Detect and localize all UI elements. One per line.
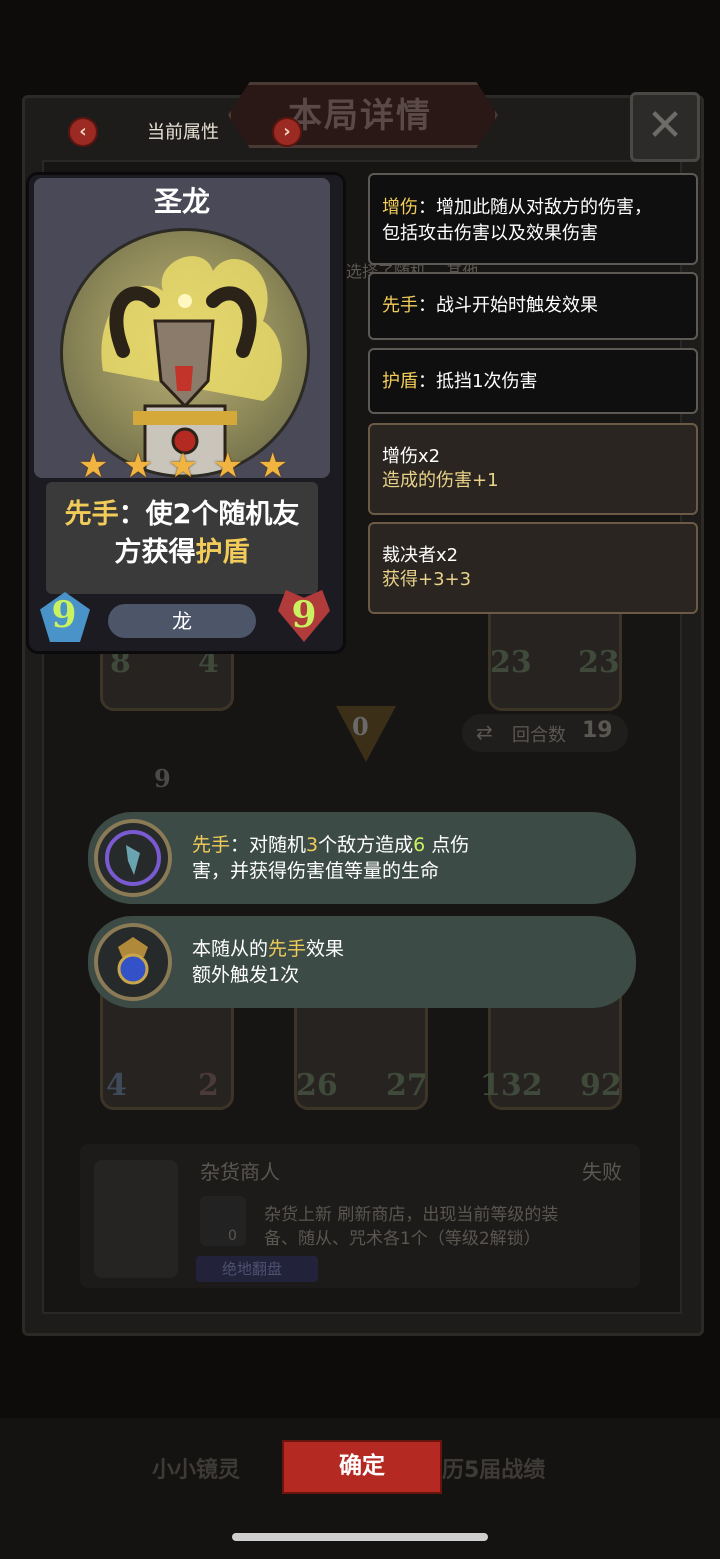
close-button[interactable]: ✕: [630, 92, 700, 162]
buff-sub: 造成的伤害+1: [382, 470, 499, 491]
prev-attr-button[interactable]: ‹: [68, 117, 98, 147]
tooltip-first-strike: 先手：战斗开始时触发效果: [368, 272, 698, 340]
shop-desc-line1: 杂货上新 刷新商店，出现当前等级的装: [264, 1205, 559, 1225]
tooltip-keyword: 护盾: [382, 371, 418, 392]
tooltip-keyword: 先手: [382, 295, 418, 316]
shop-tag: 绝地翻盘: [222, 1260, 283, 1278]
star-icon: ★: [212, 446, 244, 486]
round-label: 回合数: [512, 725, 566, 746]
effect-keyword: 先手: [268, 938, 307, 960]
board-card-attack: 23: [490, 645, 532, 680]
tooltip-keyword: 增伤: [382, 197, 418, 218]
board-card-attack: 4: [106, 1068, 127, 1103]
effect-number: 3: [306, 834, 319, 856]
shop-status: 失败: [582, 1160, 622, 1184]
arrow-value: 0: [352, 712, 369, 741]
shop-item-icon: [200, 1196, 246, 1246]
page-title: 本局详情: [288, 96, 432, 136]
star-icon: ★: [122, 446, 154, 486]
effect-part: 害，并获得伤害值等量的生命: [192, 860, 440, 882]
health-value: 9: [291, 594, 317, 636]
tooltip-damage-boost: 增伤：增加此随从对敌方的伤害， 包括攻击伤害以及效果伤害: [368, 173, 698, 265]
blue-gem-art: [117, 937, 149, 985]
star-rating: ★ ★ ★ ★ ★: [78, 448, 288, 484]
next-attr-button[interactable]: ›: [272, 117, 302, 147]
board-card-attack: 132: [480, 1068, 543, 1103]
purple-orb-art: [105, 830, 161, 886]
board-card-attack: 26: [296, 1068, 338, 1103]
buff-title: 增伤x2: [382, 446, 441, 467]
effect-part: 额外触发1次: [192, 964, 300, 986]
effect-text-1: 先手：对随机3个敌方造成6 点伤 害，并获得伤害值等量的生命: [192, 832, 469, 884]
ability-keyword: 先手: [64, 499, 119, 530]
attack-value: 9: [51, 594, 77, 636]
star-icon: ★: [257, 446, 288, 486]
star-icon: ★: [78, 446, 109, 486]
ability-text-a: ：使2个随机友: [118, 499, 300, 530]
home-indicator[interactable]: [232, 1533, 488, 1541]
shop-cost: 0: [228, 1228, 237, 1244]
footer-right-label: 历5届战绩: [442, 1458, 546, 1483]
attr-label: 当前属性: [147, 122, 219, 143]
tooltip-text: ：抵挡1次伤害: [418, 371, 538, 392]
shop-name: 杂货商人: [200, 1160, 280, 1184]
dragon-portrait-icon: [60, 228, 310, 478]
effect-part: 本随从的: [192, 938, 269, 960]
board-card-health: 23: [578, 645, 620, 680]
tooltip-text: ：战斗开始时触发效果: [418, 295, 598, 316]
board-card-health: 27: [386, 1068, 428, 1103]
tooltip-shield: 护盾：抵挡1次伤害: [368, 348, 698, 414]
round-value: 19: [582, 718, 613, 743]
footer-left-label: 小小镜灵: [152, 1458, 241, 1483]
ability-text-b: 方获得: [114, 537, 196, 568]
confirm-button[interactable]: 确定: [282, 1440, 442, 1494]
effect-text-2: 本随从的先手效果 额外触发1次: [192, 936, 344, 988]
effect-number: 6: [413, 834, 426, 856]
board-card-health: 92: [580, 1068, 622, 1103]
shop-desc-line2: 备、随从、咒术各1个（等级2解锁）: [264, 1229, 541, 1249]
effect-part: ：对随机: [230, 834, 307, 856]
blue-gem-icon: [94, 923, 172, 1001]
tooltip-text2: 包括攻击伤害以及效果伤害: [382, 223, 598, 244]
dragon-portrait-art: [101, 256, 282, 475]
ability-text: 先手：使2个随机友 方获得护盾: [46, 496, 318, 572]
star-icon: ★: [167, 446, 199, 486]
buff-damage-boost: 增伤x2 造成的伤害+1: [368, 423, 698, 515]
hero-card-name: 圣龙: [153, 185, 210, 218]
effect-part: 个敌方造成: [318, 834, 414, 856]
tribe-label: 龙: [108, 604, 256, 638]
ability-keyword2: 护盾: [195, 537, 250, 568]
level-badge: 9: [154, 764, 171, 793]
merchant-avatar: [94, 1160, 178, 1278]
purple-orb-icon: [94, 819, 172, 897]
effect-keyword: 先手: [192, 834, 231, 856]
buff-sub: 获得+3+3: [382, 569, 472, 590]
refresh-icon: ⇄: [476, 720, 493, 744]
buff-judge: 裁决者x2 获得+3+3: [368, 522, 698, 614]
effect-part: 点伤: [425, 834, 470, 856]
buff-title: 裁决者x2: [382, 545, 459, 566]
tooltip-text: ：增加此随从对敌方的伤害，: [418, 197, 652, 218]
board-card-health: 2: [198, 1068, 219, 1103]
effect-part: 效果: [306, 938, 345, 960]
